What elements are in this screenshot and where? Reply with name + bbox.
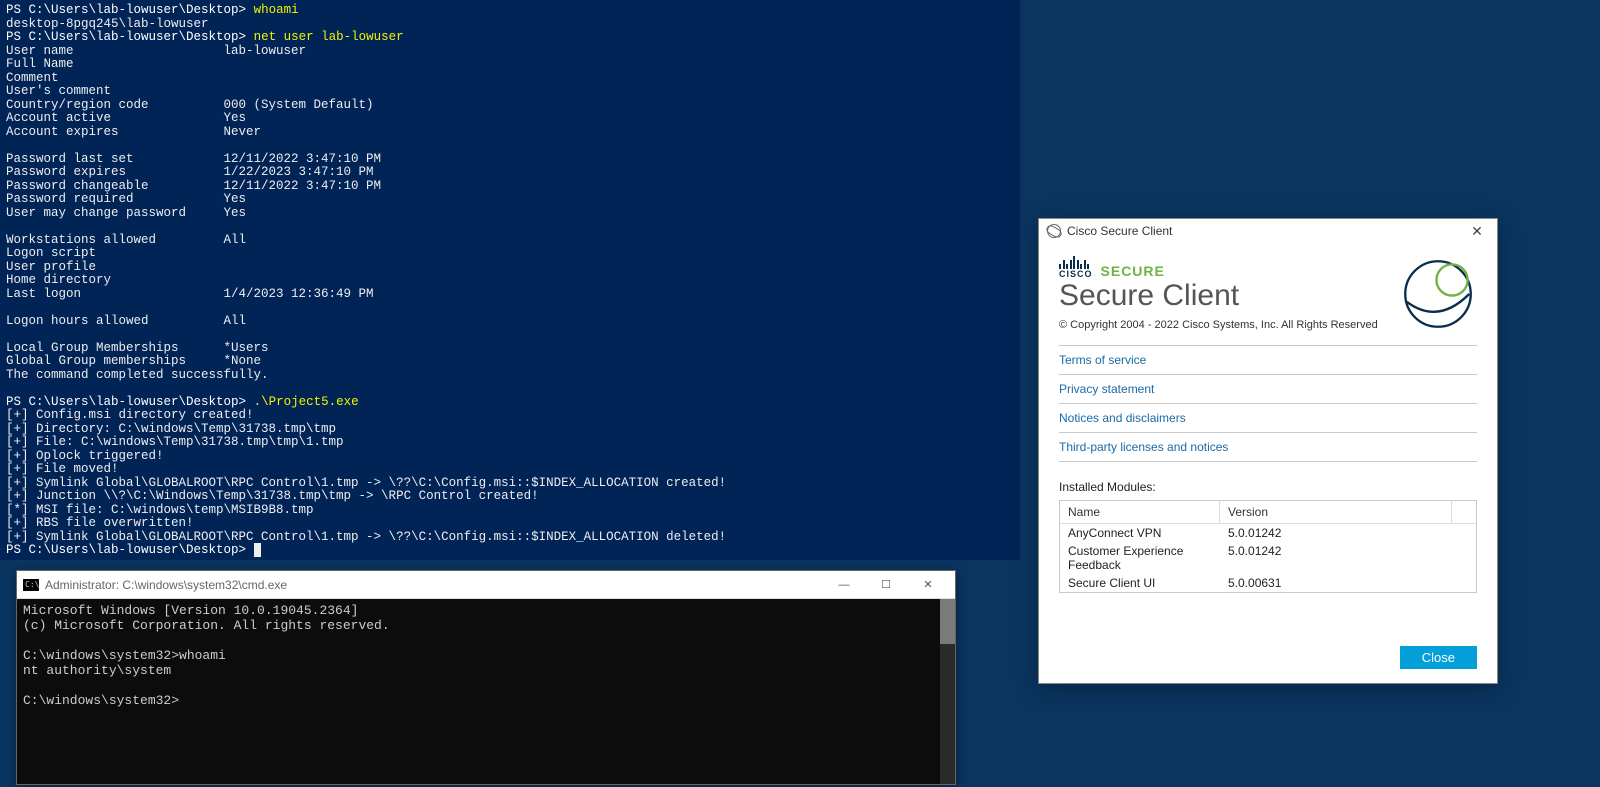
col-version[interactable]: Version [1220, 501, 1452, 524]
minimize-button[interactable]: — [823, 571, 865, 599]
cmd-scrollbar[interactable] [940, 599, 955, 784]
ps-prompt: PS C:\Users\lab-lowuser\Desktop> [6, 3, 246, 17]
ps-done: The command completed successfully. [6, 368, 269, 382]
cisco-window-title: Cisco Secure Client [1067, 224, 1465, 238]
cisco-logo: CISCO SECURE [1059, 255, 1399, 279]
cisco-links: Terms of service Privacy statement Notic… [1039, 341, 1497, 472]
col-name[interactable]: Name [1060, 501, 1220, 524]
cisco-secure-word: SECURE [1101, 263, 1165, 279]
cmd-titlebar[interactable]: C:\ Administrator: C:\windows\system32\c… [17, 571, 955, 599]
ps-cursor [254, 543, 262, 557]
powershell-terminal[interactable]: PS C:\Users\lab-lowuser\Desktop> whoami … [0, 0, 1020, 560]
table-row[interactable]: Customer Experience Feedback 5.0.01242 [1060, 542, 1476, 574]
cmd-scroll-thumb[interactable] [940, 599, 955, 644]
installed-modules-label: Installed Modules: [1059, 480, 1477, 494]
ps-prompt: PS C:\Users\lab-lowuser\Desktop> [6, 30, 246, 44]
cisco-globe-large-icon [1399, 255, 1477, 333]
cmd-title: Administrator: C:\windows\system32\cmd.e… [45, 578, 823, 592]
cisco-globe-icon [1047, 224, 1061, 238]
ps-cmd-exploit: .\Project5.exe [254, 395, 359, 409]
ps-netuser-output: User name lab-lowuser Full Name Comment … [6, 44, 381, 369]
close-button[interactable]: Close [1400, 646, 1477, 669]
col-spacer [1452, 501, 1476, 524]
cisco-copyright: © Copyright 2004 - 2022 Cisco Systems, I… [1059, 319, 1399, 331]
cisco-titlebar[interactable]: Cisco Secure Client ✕ [1039, 219, 1497, 243]
ps-output-line: desktop-8pgq245\lab-lowuser [6, 17, 209, 31]
ps-prompt: PS C:\Users\lab-lowuser\Desktop> [6, 395, 246, 409]
modules-table: Name Version AnyConnect VPN 5.0.01242 Cu… [1059, 500, 1477, 593]
link-terms-of-service[interactable]: Terms of service [1059, 345, 1477, 374]
ps-cmd-netuser: net user lab-lowuser [254, 30, 404, 44]
ps-prompt: PS C:\Users\lab-lowuser\Desktop> [6, 543, 246, 557]
link-notices-disclaimers[interactable]: Notices and disclaimers [1059, 403, 1477, 432]
cisco-brand-small: CISCO [1059, 269, 1093, 279]
link-third-party-licenses[interactable]: Third-party licenses and notices [1059, 432, 1477, 462]
ps-cmd-whoami: whoami [254, 3, 299, 17]
cmd-body[interactable]: Microsoft Windows [Version 10.0.19045.23… [17, 599, 955, 784]
cisco-about-dialog: Cisco Secure Client ✕ CISCO SECURE Secur… [1038, 218, 1498, 684]
link-privacy-statement[interactable]: Privacy statement [1059, 374, 1477, 403]
table-row[interactable]: AnyConnect VPN 5.0.01242 [1060, 524, 1476, 542]
close-icon[interactable]: ✕ [1465, 223, 1489, 240]
table-row[interactable]: Secure Client UI 5.0.00631 [1060, 574, 1476, 592]
table-header: Name Version [1060, 501, 1476, 524]
cisco-bars-icon [1059, 255, 1093, 269]
ps-exploit-output: [+] Config.msi directory created! [+] Di… [6, 408, 726, 544]
close-button[interactable]: ✕ [907, 571, 949, 599]
cmd-window: C:\ Administrator: C:\windows\system32\c… [16, 570, 956, 785]
cisco-product-name: Secure Client [1059, 279, 1399, 313]
maximize-button[interactable]: ☐ [865, 571, 907, 599]
cmd-icon: C:\ [23, 579, 39, 591]
